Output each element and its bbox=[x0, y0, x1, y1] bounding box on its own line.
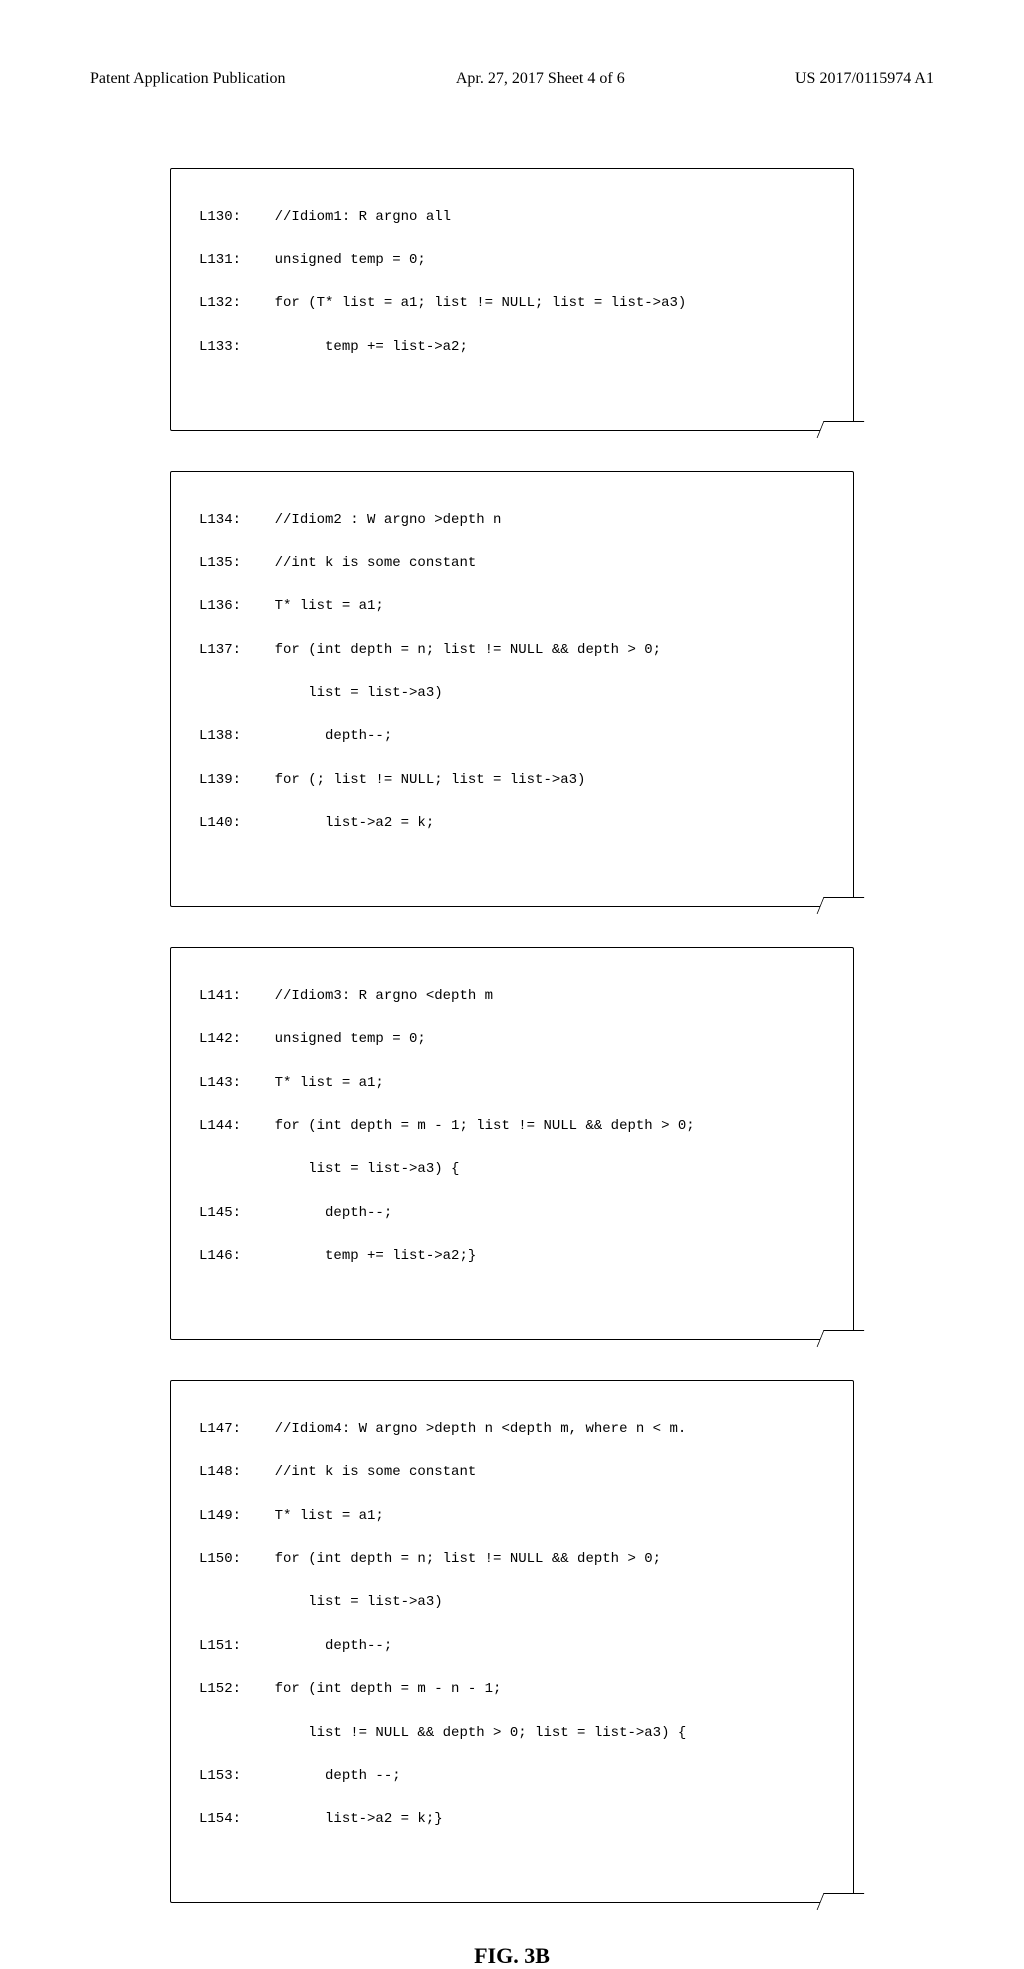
code-line: L133: temp += list->a2; bbox=[199, 337, 835, 359]
code-line: L141: //Idiom3: R argno <depth m bbox=[199, 986, 835, 1008]
code-line: L136: T* list = a1; bbox=[199, 596, 835, 618]
code-box-idiom4: L147: //Idiom4: W argno >depth n <depth … bbox=[170, 1380, 854, 1903]
code-line: list = list->a3) { bbox=[199, 1159, 835, 1181]
code-box-idiom1: L130: //Idiom1: R argno all L131: unsign… bbox=[170, 168, 854, 431]
figure-label: FIG. 3B bbox=[170, 1943, 854, 1969]
figure-content: L130: //Idiom1: R argno all L131: unsign… bbox=[0, 88, 1024, 1969]
code-line: L150: for (int depth = n; list != NULL &… bbox=[199, 1549, 835, 1571]
code-line: L137: for (int depth = n; list != NULL &… bbox=[199, 640, 835, 662]
code-line: L147: //Idiom4: W argno >depth n <depth … bbox=[199, 1419, 835, 1441]
header-left: Patent Application Publication bbox=[90, 70, 286, 88]
code-line: list = list->a3) bbox=[199, 683, 835, 705]
code-line: L146: temp += list->a2;} bbox=[199, 1246, 835, 1268]
code-line: L138: depth--; bbox=[199, 726, 835, 748]
code-line: L131: unsigned temp = 0; bbox=[199, 250, 835, 272]
code-line: L148: //int k is some constant bbox=[199, 1462, 835, 1484]
page-header: Patent Application Publication Apr. 27, … bbox=[0, 0, 1024, 88]
code-line: L151: depth--; bbox=[199, 1636, 835, 1658]
code-line: L142: unsigned temp = 0; bbox=[199, 1029, 835, 1051]
code-line: L154: list->a2 = k;} bbox=[199, 1809, 835, 1831]
code-line: L140: list->a2 = k; bbox=[199, 813, 835, 835]
code-line: list != NULL && depth > 0; list = list->… bbox=[199, 1723, 835, 1745]
code-line: L153: depth --; bbox=[199, 1766, 835, 1788]
code-line: L143: T* list = a1; bbox=[199, 1073, 835, 1095]
code-line: L149: T* list = a1; bbox=[199, 1506, 835, 1528]
code-line: L145: depth--; bbox=[199, 1203, 835, 1225]
code-line: L130: //Idiom1: R argno all bbox=[199, 207, 835, 229]
code-line: L134: //Idiom2 : W argno >depth n bbox=[199, 510, 835, 532]
code-box-idiom3: L141: //Idiom3: R argno <depth m L142: u… bbox=[170, 947, 854, 1340]
code-line: L139: for (; list != NULL; list = list->… bbox=[199, 770, 835, 792]
code-line: L135: //int k is some constant bbox=[199, 553, 835, 575]
code-line: list = list->a3) bbox=[199, 1592, 835, 1614]
header-center: Apr. 27, 2017 Sheet 4 of 6 bbox=[456, 70, 625, 88]
header-right: US 2017/0115974 A1 bbox=[795, 70, 934, 88]
code-box-idiom2: L134: //Idiom2 : W argno >depth n L135: … bbox=[170, 471, 854, 907]
code-line: L152: for (int depth = m - n - 1; bbox=[199, 1679, 835, 1701]
code-line: L132: for (T* list = a1; list != NULL; l… bbox=[199, 293, 835, 315]
code-line: L144: for (int depth = m - 1; list != NU… bbox=[199, 1116, 835, 1138]
